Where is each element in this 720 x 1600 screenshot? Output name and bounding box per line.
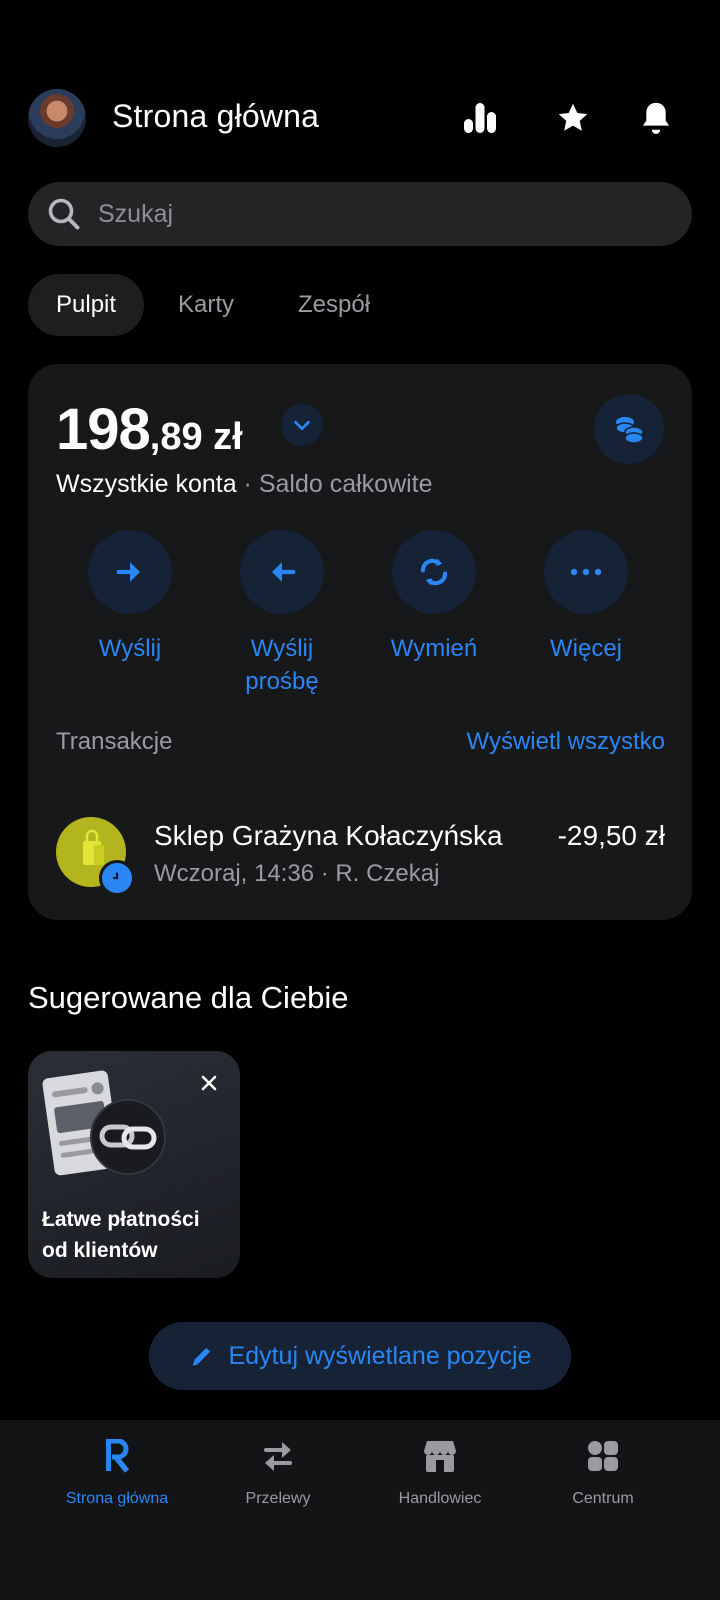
more-button[interactable]: Więcej (511, 530, 661, 665)
transaction-amount: -29,50 zł (557, 820, 665, 851)
balance-integer: 198 (56, 397, 151, 462)
bell-icon[interactable] (636, 98, 676, 138)
transaction-name[interactable]: Sklep Grażyna Kołaczyńska (154, 820, 503, 852)
separator: · (236, 470, 259, 498)
star-icon[interactable] (553, 98, 593, 138)
revolut-logo-icon (106, 1439, 130, 1473)
exchange-label: Wymień (390, 635, 478, 662)
nav-item-hub[interactable]: Centrum (523, 1436, 683, 1508)
nav-item-transfers[interactable]: Przelewy (198, 1436, 358, 1508)
nav-label-merchant: Handlowiec (398, 1490, 482, 1507)
stats-icon[interactable] (460, 98, 500, 138)
nav-item-merchant[interactable]: Handlowiec (360, 1436, 520, 1508)
nav-label-home: Strona główna (65, 1490, 169, 1507)
tab-zespol[interactable]: Zespół (270, 274, 398, 336)
suggestion-line-2: od klientów (42, 1239, 158, 1262)
request-label: Wyślij prośbę (245, 635, 319, 695)
request-button[interactable]: Wyślij prośbę (207, 530, 357, 698)
more-circle (544, 530, 628, 614)
nav-item-home[interactable]: Strona główna (37, 1436, 197, 1508)
page-title: Strona główna (112, 98, 320, 134)
nav-label-hub: Centrum (572, 1490, 634, 1507)
suggestion-text: Łatwe płatności od klientów (42, 1204, 200, 1266)
suggestion-line-1: Łatwe płatności (42, 1208, 200, 1231)
transaction-subtitle: Wczoraj, 14:36 · R. Czekaj (154, 860, 440, 887)
send-circle (88, 530, 172, 614)
edit-items-button[interactable]: Edytuj wyświetlane pozycje (149, 1322, 571, 1390)
pending-badge (99, 860, 135, 896)
account-dropdown-button[interactable] (281, 404, 323, 446)
more-icon (570, 568, 602, 576)
tab-pulpit[interactable]: Pulpit (28, 274, 145, 336)
pencil-icon (192, 1347, 210, 1366)
send-button[interactable]: Wyślij (55, 530, 205, 665)
send-label: Wyślij (98, 635, 162, 662)
balance-subtitle: Wszystkie konta · Saldo całkowite (56, 470, 433, 499)
transactions-heading: Transakcje (56, 728, 173, 755)
search-bar[interactable] (28, 182, 692, 246)
arrow-right-icon (116, 562, 140, 582)
exchange-button[interactable]: Wymień (359, 530, 509, 665)
search-icon (48, 198, 80, 230)
more-label: Więcej (549, 635, 622, 662)
balance-amount: 198,89 zł (56, 396, 243, 463)
search-input[interactable] (96, 198, 660, 230)
avatar[interactable] (28, 89, 86, 147)
store-icon (424, 1441, 456, 1472)
close-icon[interactable] (196, 1070, 222, 1096)
coins-icon (615, 417, 644, 444)
exchange-circle (392, 530, 476, 614)
arrow-left-icon (272, 562, 296, 582)
tab-karty[interactable]: Karty (150, 274, 262, 336)
balance-decimal: ,89 zł (149, 416, 243, 458)
apps-grid-icon (588, 1441, 618, 1471)
transfer-icon (264, 1442, 292, 1471)
nav-label-transfers: Przelewy (245, 1490, 311, 1507)
accounts-button[interactable] (594, 394, 664, 464)
clock-icon (110, 871, 124, 885)
accounts-label: Wszystkie konta (56, 470, 237, 498)
edit-items-label: Edytuj wyświetlane pozycje (228, 1341, 532, 1370)
request-circle (240, 530, 324, 614)
view-all-link[interactable]: Wyświetl wszystko (467, 728, 665, 756)
exchange-icon (420, 558, 448, 586)
suggested-heading: Sugerowane dla Ciebie (28, 980, 349, 1015)
chevron-down-icon (294, 420, 310, 431)
total-label: Saldo całkowite (258, 470, 433, 498)
